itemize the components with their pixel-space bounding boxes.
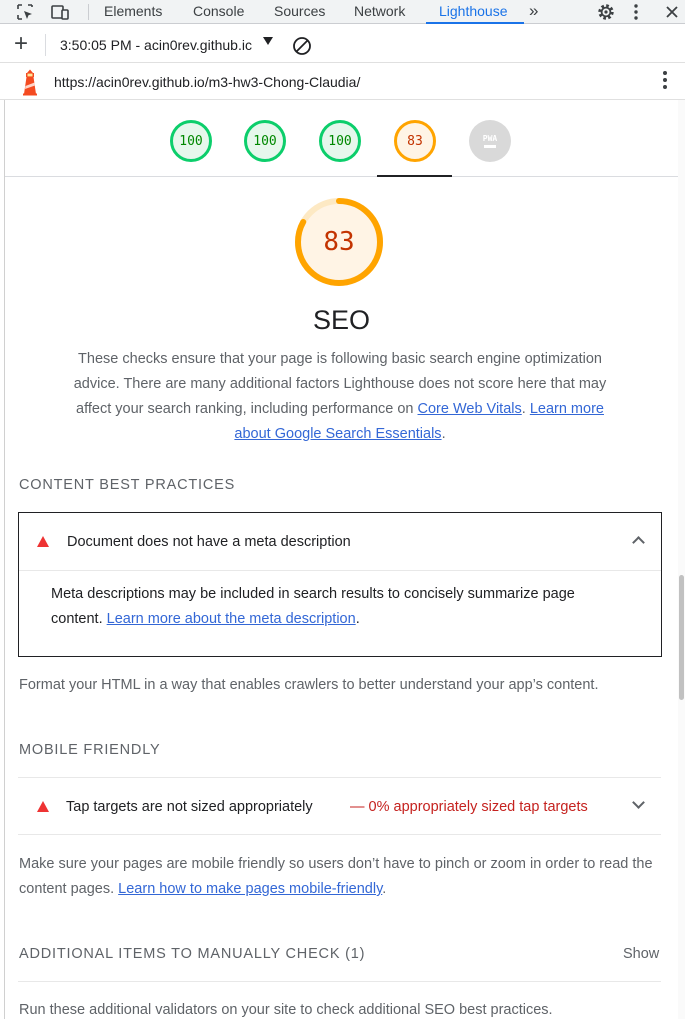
devtools-tab-bar: Elements Console Sources Network Lightho… (0, 0, 685, 24)
lighthouse-report-toolbar: + 3:50:05 PM - acin0rev.github.ic (0, 28, 685, 61)
pwa-gauge[interactable]: PWA (469, 120, 511, 162)
more-options-icon[interactable] (631, 0, 641, 24)
collapse-chevron-icon[interactable] (632, 536, 645, 549)
scrollbar-track[interactable] (678, 100, 685, 1019)
audit-display-value: — 0% appropriately sized tap targets (350, 799, 588, 815)
divider (18, 981, 661, 982)
expand-chevron-icon[interactable] (632, 796, 645, 809)
device-toolbar-icon[interactable] (48, 0, 72, 24)
lighthouse-logo-icon (20, 68, 40, 96)
scrollbar-thumb[interactable] (679, 575, 684, 700)
group-title-mobile-friendly: MOBILE FRIENDLY (19, 742, 161, 758)
active-gauge-indicator (377, 175, 452, 177)
audit-description: Meta descriptions may be included in sea… (51, 586, 575, 627)
category-title: SEO (312, 305, 371, 335)
audit-title: Tap targets are not sized appropriately (66, 799, 313, 815)
tab-console[interactable]: Console (193, 0, 244, 24)
mobile-friendly-link[interactable]: Learn how to make pages mobile-friendly (118, 881, 382, 897)
clear-reports-icon[interactable] (292, 36, 312, 56)
pwa-badge-label: PWA (482, 134, 498, 143)
audit-header[interactable]: Document does not have a meta descriptio… (19, 513, 661, 571)
accessibility-gauge[interactable]: 100 (244, 120, 286, 162)
audit-meta-description: Document does not have a meta descriptio… (18, 512, 662, 657)
audit-tap-targets[interactable]: Tap targets are not sized appropriately … (18, 777, 661, 835)
toolbar-divider (45, 34, 46, 56)
show-manual-items-toggle[interactable]: Show (623, 946, 659, 962)
inspect-element-icon[interactable] (14, 0, 36, 24)
best-practices-gauge[interactable]: 100 (319, 120, 361, 162)
report-menu-icon[interactable] (662, 71, 668, 93)
group-description: Run these additional validators on your … (19, 1002, 553, 1018)
group-title-content-best-practices: CONTENT BEST PRACTICES (19, 477, 236, 493)
fail-triangle-icon (37, 801, 49, 812)
tab-sources[interactable]: Sources (274, 0, 325, 24)
audit-title: Document does not have a meta descriptio… (67, 534, 351, 550)
tab-network[interactable]: Network (354, 0, 405, 24)
close-devtools-icon[interactable] (664, 0, 680, 24)
more-tabs-icon[interactable]: » (529, 0, 539, 24)
tab-lighthouse[interactable]: Lighthouse (439, 0, 508, 24)
report-dropdown-caret-icon[interactable] (263, 37, 273, 45)
pwa-dash-icon (484, 145, 496, 148)
toolbar-divider (88, 4, 89, 20)
core-web-vitals-link[interactable]: Core Web Vitals (418, 401, 522, 417)
report-url-bar: https://acin0rev.github.io/m3-hw3-Chong-… (0, 62, 685, 100)
seo-score-value: 83 (323, 227, 355, 257)
meta-description-link[interactable]: Learn more about the meta description (107, 611, 356, 627)
category-description: These checks ensure that your page is fo… (73, 351, 607, 442)
fail-triangle-icon (37, 536, 49, 547)
report-border (4, 100, 5, 1019)
audited-url[interactable]: https://acin0rev.github.io/m3-hw3-Chong-… (54, 74, 360, 90)
report-selector[interactable]: 3:50:05 PM - acin0rev.github.ic (60, 37, 252, 53)
group-title-manual-check[interactable]: ADDITIONAL ITEMS TO MANUALLY CHECK (1) (19, 946, 365, 962)
group-description: Make sure your pages are mobile friendly… (19, 856, 653, 897)
active-tab-indicator (426, 22, 524, 24)
performance-gauge[interactable]: 100 (170, 120, 212, 162)
seo-gauge[interactable]: 83 (394, 120, 436, 162)
settings-gear-icon[interactable] (595, 0, 617, 24)
new-report-button[interactable]: + (14, 32, 28, 56)
group-description: Format your HTML in a way that enables c… (19, 677, 599, 693)
tab-elements[interactable]: Elements (104, 0, 162, 24)
